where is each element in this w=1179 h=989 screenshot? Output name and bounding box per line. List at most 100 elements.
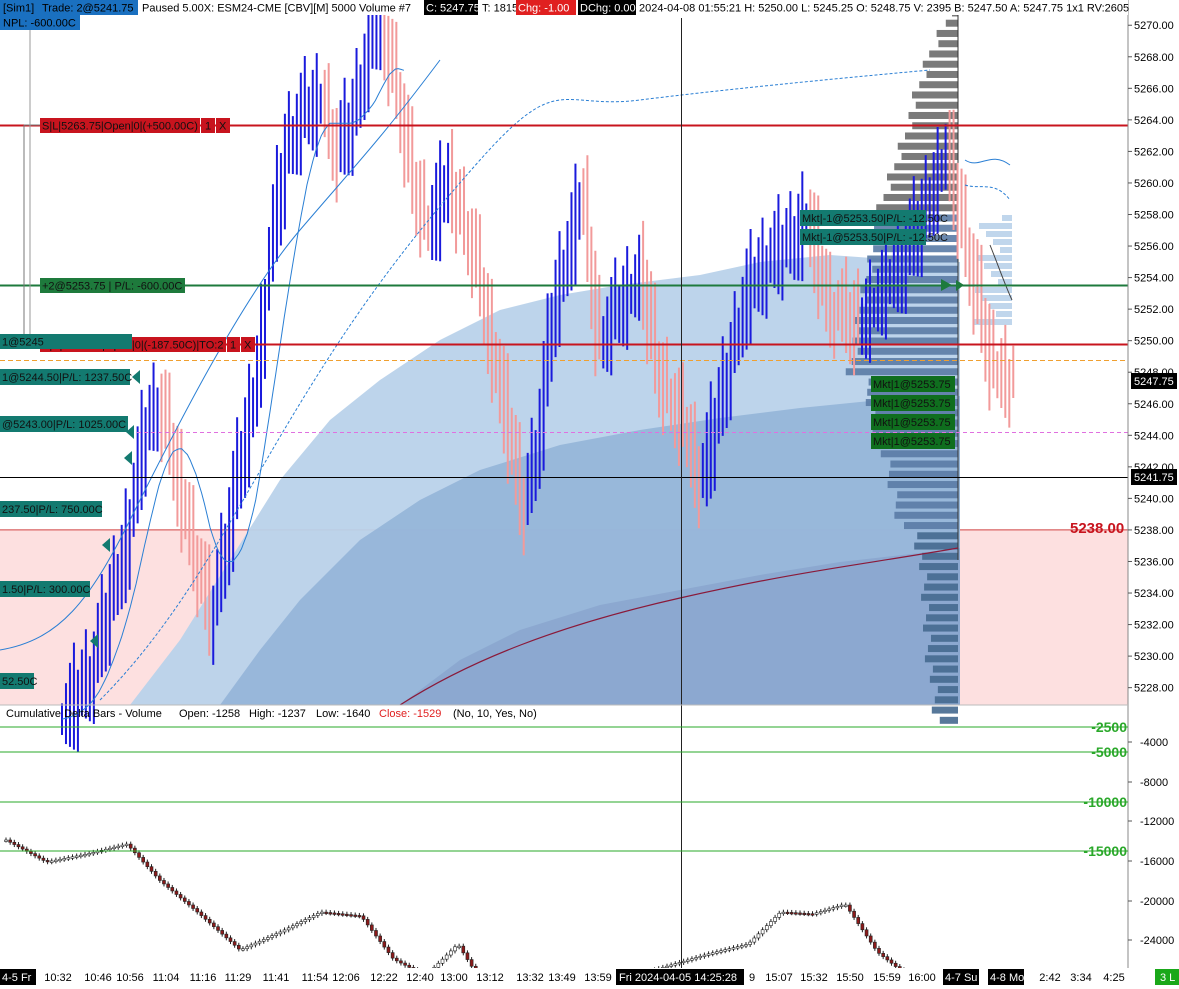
delta-bar-body <box>810 913 815 916</box>
delta-bar-body <box>665 965 669 968</box>
right-profile-row <box>993 239 1012 245</box>
time-tick-label: 11:29 <box>225 972 252 984</box>
delta-bar-body <box>120 844 125 847</box>
delta-bar-body <box>153 871 158 877</box>
delta-bar-body <box>328 912 333 915</box>
delta-bar-body <box>295 923 299 927</box>
time-tick-label: 12:22 <box>370 972 398 984</box>
volume-profile-row <box>923 624 958 632</box>
delta-bar-body <box>149 866 154 872</box>
volume-profile-row <box>929 50 958 58</box>
time-tick-label: 13:49 <box>548 972 576 984</box>
time-tick-label: 13:59 <box>584 972 612 984</box>
position-text: +2@5253.75 | P/L: -600.00C <box>42 281 182 293</box>
delta-reference-label: -10000 <box>1083 794 1127 810</box>
delta-bar-body <box>20 846 25 850</box>
delta-bar-body <box>835 906 840 909</box>
delta-bar-body <box>49 860 54 863</box>
delta-bar-body <box>773 917 777 922</box>
volume-profile-row <box>936 29 958 37</box>
delta-bar-body <box>868 935 873 943</box>
time-tick-label: 13:00 <box>440 972 468 984</box>
left-execution-label-5: 1.50|P/L: 300.00C <box>0 581 91 597</box>
delta-bar-body <box>182 897 187 902</box>
delta-bar-body <box>735 946 740 949</box>
delta-bar-body <box>212 922 216 928</box>
left-execution-label-6: 52.50C <box>0 673 38 689</box>
time-tick-label: 2:42 <box>1039 972 1060 984</box>
delta-bar-body <box>270 935 274 938</box>
time-tick-label: 4:25 <box>1103 972 1124 984</box>
time-tick-label: 10:32 <box>44 972 72 984</box>
right-profile-row <box>1000 247 1012 253</box>
delta-bar-body <box>83 854 87 857</box>
delta-bar-body <box>224 933 229 939</box>
delta-axis-ticks: -4000 -8000 -12000 -16000 -20000 -24000 <box>1128 737 1174 947</box>
left-execution-label-1: 1@5245 <box>0 334 132 349</box>
delta-reference-label: -15000 <box>1083 843 1127 859</box>
delta-bar-body <box>253 942 258 946</box>
volume-profile-row <box>927 573 958 581</box>
delta-bar-body <box>860 923 865 931</box>
stop-loss-order-label[interactable]: S|L|5263.75|Open|0|(+500.00C) 1 X <box>40 118 230 133</box>
delta-bar-body <box>719 950 723 953</box>
delta-bar-body <box>677 962 682 965</box>
delta-bar-body <box>207 918 212 924</box>
corner-indicator[interactable]: 3 L <box>1155 969 1179 985</box>
price-tick-label: 5266.00 <box>1134 83 1174 95</box>
delta-bar-body <box>806 913 811 916</box>
svg-text:Mkt|1@5253.75: Mkt|1@5253.75 <box>873 398 951 410</box>
delta-bar-body <box>128 843 133 849</box>
delta-bar-body <box>461 945 466 954</box>
volume-profile-row <box>889 470 958 478</box>
delta-bar-body <box>727 948 732 951</box>
delta-bar-body <box>760 929 765 935</box>
delta-bar-body <box>378 935 382 942</box>
delta-bar-body <box>315 913 320 916</box>
position-label[interactable]: +2@5253.75 | P/L: -600.00C <box>40 278 185 293</box>
net-pnl-label: NPL: -600.00C <box>3 18 76 30</box>
volume-profile-row <box>945 19 958 27</box>
volume-profile-row <box>932 665 958 673</box>
delta-bar-body <box>706 953 711 956</box>
delta-bar-body <box>827 908 831 911</box>
delta-bar-body <box>133 847 137 854</box>
svg-text:Mkt|1@5253.75: Mkt|1@5253.75 <box>873 436 951 448</box>
delta-bar-body <box>79 854 83 857</box>
daily-change-value: DChg: 0.00 <box>580 3 636 15</box>
delta-bar-body <box>449 950 453 956</box>
price-chart-svg[interactable]: S|L|5263.75|Open|0|(+500.00C) 1 X S|S|52… <box>0 0 1179 989</box>
delta-bar-body <box>70 856 75 859</box>
volume-profile-row <box>904 522 958 530</box>
close-value: C: 5247.75 <box>426 3 480 15</box>
delta-bar-body <box>802 912 806 916</box>
delta-bar-body <box>282 929 287 933</box>
delta-bar-body <box>278 931 283 935</box>
mkt-buy-label-1: Mkt|1@5253.75 <box>871 376 955 392</box>
delta-bar-body <box>29 851 33 854</box>
delta-bar-body <box>798 912 802 915</box>
delta-bar-body <box>848 904 852 912</box>
delta-bar-body <box>237 944 241 950</box>
delta-bar-body <box>715 951 719 954</box>
panel-params: (No, 10, Yes, No) <box>453 708 537 720</box>
volume-profile-row <box>880 450 958 458</box>
volume-profile-row <box>938 40 958 48</box>
volume-profile-row <box>895 501 958 509</box>
volume-profile-row <box>929 604 958 612</box>
delta-bar-body <box>440 958 445 964</box>
right-profile-row <box>979 223 1012 229</box>
delta-bar-body <box>91 852 96 855</box>
svg-text:52.50C: 52.50C <box>2 676 38 688</box>
delta-bar-body <box>785 911 790 914</box>
volume-profile-row <box>887 481 958 489</box>
delta-bar-body <box>257 940 262 944</box>
delta-bar-body <box>141 857 145 863</box>
delta-bar-body <box>220 930 224 935</box>
trading-chart-window[interactable]: S|L|5263.75|Open|0|(+500.00C) 1 X S|S|52… <box>0 0 1179 989</box>
delta-bar-body <box>199 911 204 916</box>
price-tick-label: 5258.00 <box>1134 209 1174 221</box>
delta-bar-body <box>345 913 349 916</box>
svg-text:1.50|P/L: 300.00C: 1.50|P/L: 300.00C <box>2 584 91 596</box>
svg-text:Mkt|-1@5253.50|P/L: -12.50C: Mkt|-1@5253.50|P/L: -12.50C <box>802 232 948 244</box>
